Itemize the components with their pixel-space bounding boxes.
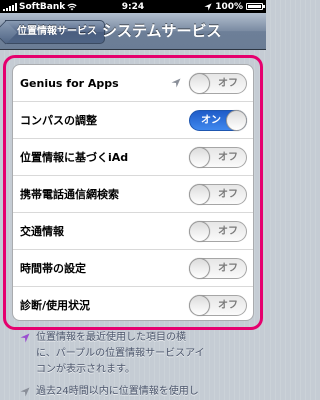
location-services-icon [204,2,212,11]
toggle-knob [189,184,210,205]
setting-label: Genius for Apps [20,77,119,90]
back-button-label: 位置情報サービス [17,26,97,37]
page-title: システムサービス [102,22,222,40]
toggle-knob [189,73,210,94]
iad-toggle[interactable]: オフ [189,147,247,168]
wifi-icon [67,3,77,10]
setting-row-iad: 位置情報に基づくiAd オフ [13,139,253,176]
setting-label: 位置情報に基づくiAd [20,151,129,164]
setting-row-diagnostics: 診断/使用状況 オフ [13,287,253,320]
setting-label: 携帯電話通信網検索 [20,188,119,201]
setting-row-cell-search: 携帯電話通信網検索 オフ [13,176,253,213]
genius-toggle[interactable]: オフ [189,73,247,94]
gray-location-arrow-icon [20,387,30,397]
status-time: 9:24 [121,1,145,12]
status-left: SoftBank [3,2,98,12]
setting-row-timezone: 時間帯の設定 オフ [13,250,253,287]
setting-label: 時間帯の設定 [20,262,86,275]
compass-toggle[interactable]: オン [189,110,247,131]
settings-group: Genius for Apps オフ コンパスの調整 オン 位置情報に基づくiA… [12,64,254,321]
signal-bars-icon [3,2,17,11]
note-text: 位置情報を最近使用した項目の横 に、パープルの位置情報サービスアイ コンが表示さ… [36,330,246,378]
navigation-bar: 位置情報サービス システムサービス [0,13,266,50]
status-right: 100% [168,1,265,12]
toggle-label: オフ [218,263,238,274]
battery-icon [246,3,265,10]
toggle-knob [189,258,210,279]
toggle-knob [189,295,210,316]
battery-percent: 100% [215,1,243,12]
diagnostics-toggle[interactable]: オフ [189,295,247,316]
toggle-label: オフ [218,78,238,89]
toggle-label: オフ [218,189,238,200]
setting-row-genius: Genius for Apps オフ [13,65,253,102]
purple-location-arrow-icon [20,333,30,343]
setting-row-traffic: 交通情報 オフ [13,213,253,250]
setting-label: コンパスの調整 [20,114,97,127]
note-line: 過去24時間以内に位置情報を使用し [36,386,199,397]
toggle-label: オフ [218,152,238,163]
back-button[interactable]: 位置情報サービス [5,20,105,44]
note-line: コンが表示されます。 [36,364,135,375]
setting-label: 診断/使用状況 [20,299,91,312]
location-arrow-icon [171,78,181,88]
note-line: に、パープルの位置情報サービスアイ [36,348,205,359]
carrier-name: SoftBank [19,1,66,12]
toggle-knob [189,147,210,168]
traffic-toggle[interactable]: オフ [189,221,247,242]
toggle-label: オフ [218,300,238,311]
note-line: 位置情報を最近使用した項目の横 [36,332,186,343]
toggle-label: オフ [218,226,238,237]
timezone-toggle[interactable]: オフ [189,258,247,279]
cell-search-toggle[interactable]: オフ [189,184,247,205]
toggle-label: オン [201,115,221,126]
setting-row-compass: コンパスの調整 オン [13,102,253,139]
highlight-frame: Genius for Apps オフ コンパスの調整 オン 位置情報に基づくiA… [3,55,263,330]
toggle-knob [226,110,247,131]
note-text: 過去24時間以内に位置情報を使用し [36,384,246,400]
setting-label: 交通情報 [20,225,64,238]
toggle-knob [189,221,210,242]
status-bar: SoftBank 9:24 100% [0,0,266,13]
